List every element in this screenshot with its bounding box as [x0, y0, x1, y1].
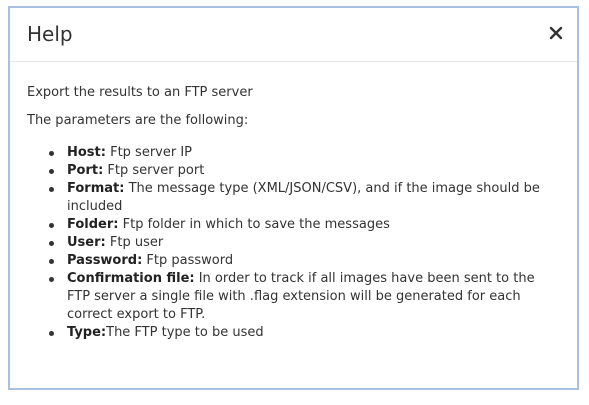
param-term: Folder: — [67, 217, 119, 232]
dialog-body: Export the results to an FTP server The … — [10, 62, 577, 342]
param-term: User: — [67, 235, 106, 250]
param-desc: The FTP type to be used — [106, 325, 264, 340]
list-item: Format: The message type (XML/JSON/CSV),… — [49, 180, 560, 216]
bullet-icon — [49, 241, 54, 246]
dialog-title: Help — [27, 22, 73, 46]
param-term: Type: — [67, 325, 107, 340]
param-term: Confirmation file: — [67, 271, 195, 286]
bullet-icon — [49, 169, 54, 174]
param-desc: Ftp folder in which to save the messages — [118, 217, 390, 232]
param-desc: Ftp user — [105, 235, 164, 250]
param-desc: Ftp server port — [103, 163, 205, 178]
param-desc: The message type (XML/JSON/CSV), and if … — [67, 181, 540, 214]
close-button[interactable] — [543, 20, 569, 46]
close-icon — [549, 26, 563, 40]
param-desc: Ftp server IP — [105, 145, 193, 160]
list-item: Type:The FTP type to be used — [49, 324, 560, 342]
list-item: User: Ftp user — [49, 234, 560, 252]
list-item: Confirmation file: In order to track if … — [49, 270, 560, 324]
bullet-icon — [49, 259, 54, 264]
help-dialog: Help Export the results to an FTP server… — [8, 6, 579, 390]
list-item: Password: Ftp password — [49, 252, 560, 270]
param-term: Port: — [67, 163, 104, 178]
intro-text: Export the results to an FTP server — [27, 85, 253, 100]
list-item: Folder: Ftp folder in which to save the … — [49, 216, 560, 234]
param-term: Format: — [67, 181, 125, 196]
bullet-icon — [49, 151, 54, 156]
dialog-header: Help — [10, 8, 577, 62]
param-term: Password: — [67, 253, 143, 268]
bullet-icon — [49, 187, 54, 192]
bullet-icon — [49, 223, 54, 228]
list-item: Host: Ftp server IP — [49, 144, 560, 162]
bullet-icon — [49, 277, 54, 282]
bullet-icon — [49, 331, 54, 336]
list-item: Port: Ftp server port — [49, 162, 560, 180]
params-list: Host: Ftp server IP Port: Ftp server por… — [27, 144, 560, 342]
param-desc: Ftp password — [142, 253, 234, 268]
param-term: Host: — [67, 145, 106, 160]
params-heading: The parameters are the following: — [27, 113, 249, 128]
